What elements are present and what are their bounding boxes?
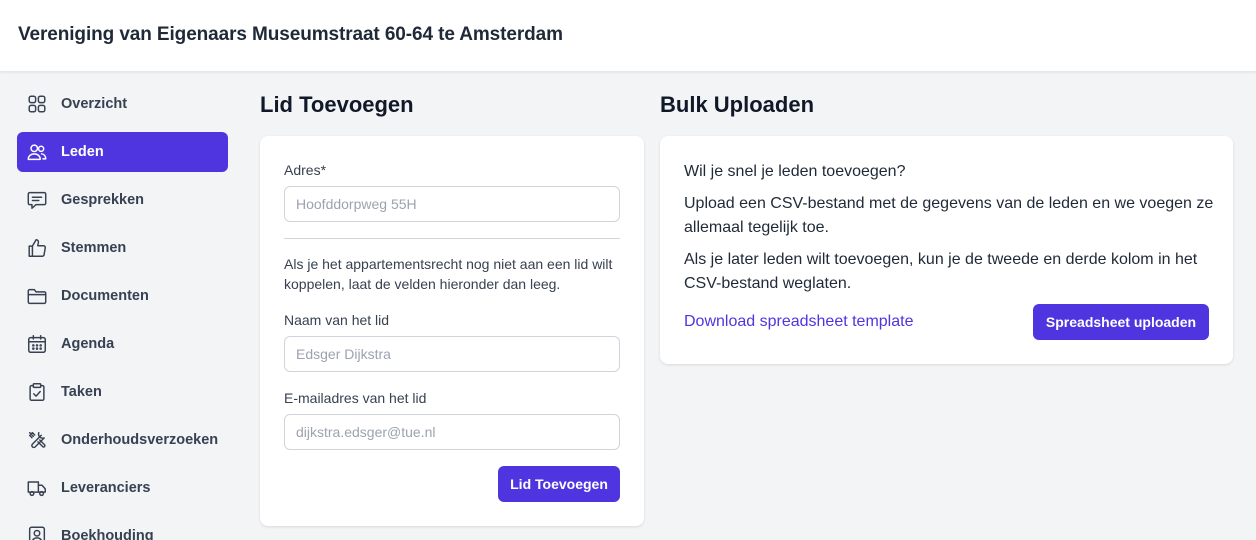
bulk-later-note: Als je later leden wilt toevoegen, kun j… xyxy=(684,251,1198,292)
truck-icon xyxy=(26,477,48,499)
sidebar-item-label: Leden xyxy=(61,144,104,160)
sidebar-item-label: Stemmen xyxy=(61,240,127,256)
calculator-icon xyxy=(26,525,48,540)
grid-icon xyxy=(26,93,48,115)
sidebar-item-leveranciers[interactable]: Leveranciers xyxy=(17,468,228,508)
member-name-input[interactable] xyxy=(284,336,620,372)
help-text: Als je het appartementsrecht nog niet aa… xyxy=(284,256,613,292)
sidebar-item-label: Taken xyxy=(61,384,102,400)
folder-icon xyxy=(26,285,48,307)
add-member-button[interactable]: Lid Toevoegen xyxy=(498,466,620,502)
add-member-title: Lid Toevoegen xyxy=(260,92,414,117)
sidebar-item-agenda[interactable]: Agenda xyxy=(17,324,228,364)
calendar-icon xyxy=(26,333,48,355)
sidebar-item-label: Documenten xyxy=(61,288,149,304)
sidebar-item-overzicht[interactable]: Overzicht xyxy=(17,84,228,124)
bulk-upload-title: Bulk Uploaden xyxy=(660,92,815,117)
member-email-label: E-mailadres van het lid xyxy=(284,390,427,406)
member-name-label: Naam van het lid xyxy=(284,312,390,328)
sidebar-item-label: Onderhoudsverzoeken xyxy=(61,432,219,448)
top-bar: Vereniging van Eigenaars Museumstraat 60… xyxy=(0,0,1256,72)
tools-icon xyxy=(26,429,48,451)
sidebar-item-label: Agenda xyxy=(61,336,115,352)
sidebar-item-stemmen[interactable]: Stemmen xyxy=(17,228,228,268)
bulk-upload-card: Wil je snel je leden toevoegen? Upload e… xyxy=(660,136,1233,364)
sidebar-item-leden[interactable]: Leden xyxy=(17,132,228,172)
users-icon xyxy=(26,141,48,163)
sidebar-item-label: Overzicht xyxy=(61,96,128,112)
sidebar-item-label: Gesprekken xyxy=(61,192,145,208)
chat-icon xyxy=(26,189,48,211)
bulk-intro-text: Wil je snel je leden toevoegen? xyxy=(684,163,906,180)
sidebar: Overzicht Leden Gesprekken Stemmen Docum… xyxy=(17,84,228,540)
page-title: Vereniging van Eigenaars Museumstraat 60… xyxy=(18,24,563,45)
sidebar-item-label: Leveranciers xyxy=(61,480,151,496)
sidebar-item-gesprekken[interactable]: Gesprekken xyxy=(17,180,228,220)
upload-spreadsheet-button[interactable]: Spreadsheet uploaden xyxy=(1033,304,1209,340)
download-template-link[interactable]: Download spreadsheet template xyxy=(684,313,913,331)
sidebar-item-label: Boekhouding xyxy=(61,528,154,540)
sidebar-item-taken[interactable]: Taken xyxy=(17,372,228,412)
address-input[interactable] xyxy=(284,186,620,222)
divider xyxy=(284,238,620,239)
member-email-input[interactable] xyxy=(284,414,620,450)
clipboard-check-icon xyxy=(26,381,48,403)
sidebar-item-onderhoudsverzoeken[interactable]: Onderhoudsverzoeken xyxy=(17,420,228,460)
thumbs-up-icon xyxy=(26,237,48,259)
address-label: Adres* xyxy=(284,162,327,178)
add-member-card: Adres* Als je het appartementsrecht nog … xyxy=(260,136,644,526)
sidebar-item-boekhouding[interactable]: Boekhouding xyxy=(17,516,228,540)
sidebar-item-documenten[interactable]: Documenten xyxy=(17,276,228,316)
bulk-upload-description: Upload een CSV-bestand met de gegevens v… xyxy=(684,195,1214,236)
